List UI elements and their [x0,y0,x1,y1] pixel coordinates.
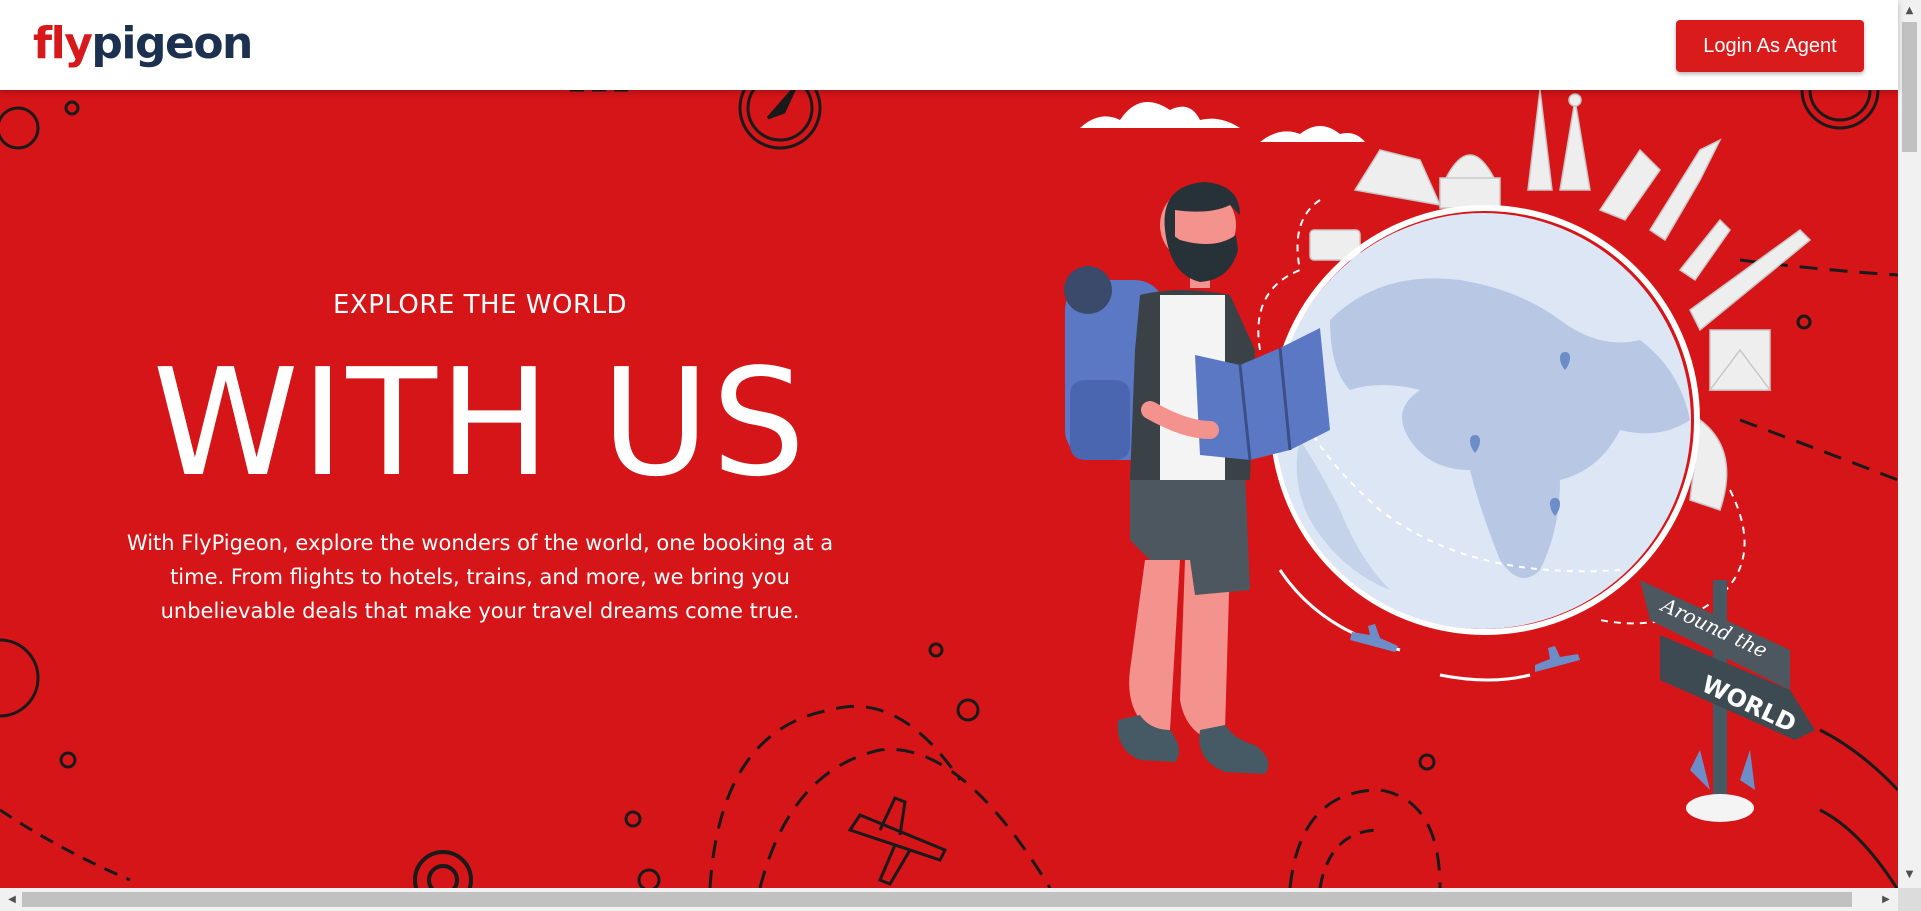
airplane-icon [847,796,948,886]
orbit-path [1439,673,1531,682]
signpost-icon: Around the WORLD [1640,580,1815,822]
clouds [1080,102,1365,142]
vertical-scrollbar-thumb[interactable] [1902,22,1917,152]
vertical-scrollbar[interactable]: ▲ ▼ [1898,0,1921,888]
hero-description: With FlyPigeon, explore the wonders of t… [126,531,834,623]
logo-pigeon-text: pigeon [91,18,253,69]
horizontal-scrollbar-thumb[interactable] [22,892,1852,907]
login-as-agent-button[interactable]: Login As Agent [1676,20,1864,72]
location-pin-icon [413,850,473,888]
scroll-up-arrow-icon[interactable]: ▲ [1898,2,1921,20]
top-navbar: flypigeon Login As Agent [0,0,1898,90]
flypigeon-logo[interactable]: flypigeon [33,14,253,74]
globe-icon [1270,205,1700,635]
compass-icon [1800,90,1880,130]
logo-fly-text: fly [33,18,93,69]
scroll-left-arrow-icon[interactable]: ◀ [2,888,22,911]
scrollbar-corner [1898,888,1921,911]
scroll-down-arrow-icon[interactable]: ▼ [1898,866,1921,884]
hero-headline: WITH US [152,337,808,509]
hero-eyebrow: EXPLORE THE WORLD [332,290,628,320]
compass-icon [738,90,822,150]
scroll-right-arrow-icon[interactable]: ▶ [1876,888,1896,911]
horizontal-scrollbar[interactable]: ◀ ▶ [0,888,1898,911]
hero-banner: Around the WORLD EXPLORE THE WORLD WITH … [0,90,1898,888]
